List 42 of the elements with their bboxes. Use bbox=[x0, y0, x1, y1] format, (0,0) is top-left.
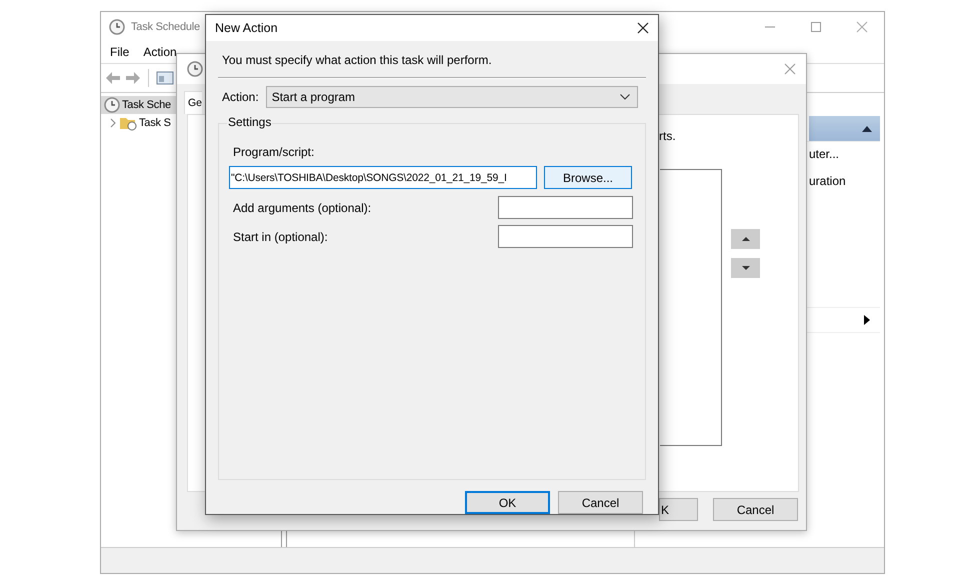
down-caret-icon bbox=[742, 266, 750, 270]
forward-arrow-icon[interactable] bbox=[125, 71, 141, 85]
start-in-input[interactable] bbox=[498, 225, 633, 248]
actions-pane-entry[interactable]: uration bbox=[809, 174, 846, 188]
ok-button[interactable]: K bbox=[659, 498, 698, 521]
chevron-icon[interactable] bbox=[109, 118, 117, 128]
field-label: Program/script: bbox=[233, 145, 316, 159]
action-dropdown[interactable]: Start a program bbox=[266, 86, 638, 108]
move-down-button[interactable] bbox=[731, 258, 760, 278]
submenu-arrow-icon[interactable] bbox=[864, 315, 870, 325]
window-title: Task Schedule bbox=[131, 20, 200, 32]
program-input[interactable]: "C:\Users\TOSHIBA\Desktop\SONGS\2022_01_21_19_59_I bbox=[229, 166, 537, 189]
browse-button[interactable]: Browse... bbox=[544, 166, 632, 189]
menu-item[interactable]: Action bbox=[143, 45, 177, 59]
collapse-icon[interactable] bbox=[862, 126, 872, 132]
clock-icon bbox=[104, 97, 120, 113]
move-up-button[interactable] bbox=[731, 229, 760, 249]
close-icon[interactable] bbox=[637, 22, 649, 34]
actions-pane-entry[interactable]: uter... bbox=[809, 147, 840, 161]
maximize-icon[interactable] bbox=[810, 20, 822, 32]
dropdown-caret-icon bbox=[620, 94, 630, 100]
action-label: Action: bbox=[222, 90, 259, 104]
up-caret-icon bbox=[742, 237, 750, 241]
actions-list[interactable] bbox=[660, 169, 722, 446]
group-legend: Settings bbox=[227, 115, 272, 129]
cancel-button[interactable]: Cancel bbox=[713, 498, 798, 521]
dialog-title: New Action bbox=[215, 21, 278, 35]
folder-clock-icon bbox=[119, 115, 137, 131]
field-label: Add arguments (optional): bbox=[233, 200, 372, 214]
clock-icon bbox=[187, 61, 203, 77]
ok-button[interactable]: OK bbox=[465, 491, 550, 514]
tab[interactable]: Ge bbox=[184, 91, 202, 114]
description-text: rts. bbox=[659, 129, 676, 143]
console-icon[interactable] bbox=[156, 70, 174, 86]
instruction-text: You must specify what action this task will perform. bbox=[221, 53, 493, 67]
arguments-input[interactable] bbox=[498, 196, 633, 219]
tree-item[interactable]: Task S bbox=[139, 117, 171, 129]
clock-icon bbox=[109, 18, 125, 34]
menu-item[interactable]: File bbox=[110, 45, 130, 59]
cancel-button[interactable]: Cancel bbox=[558, 491, 643, 514]
field-label: Start in (optional): bbox=[233, 230, 328, 244]
back-arrow-icon[interactable] bbox=[105, 71, 121, 85]
